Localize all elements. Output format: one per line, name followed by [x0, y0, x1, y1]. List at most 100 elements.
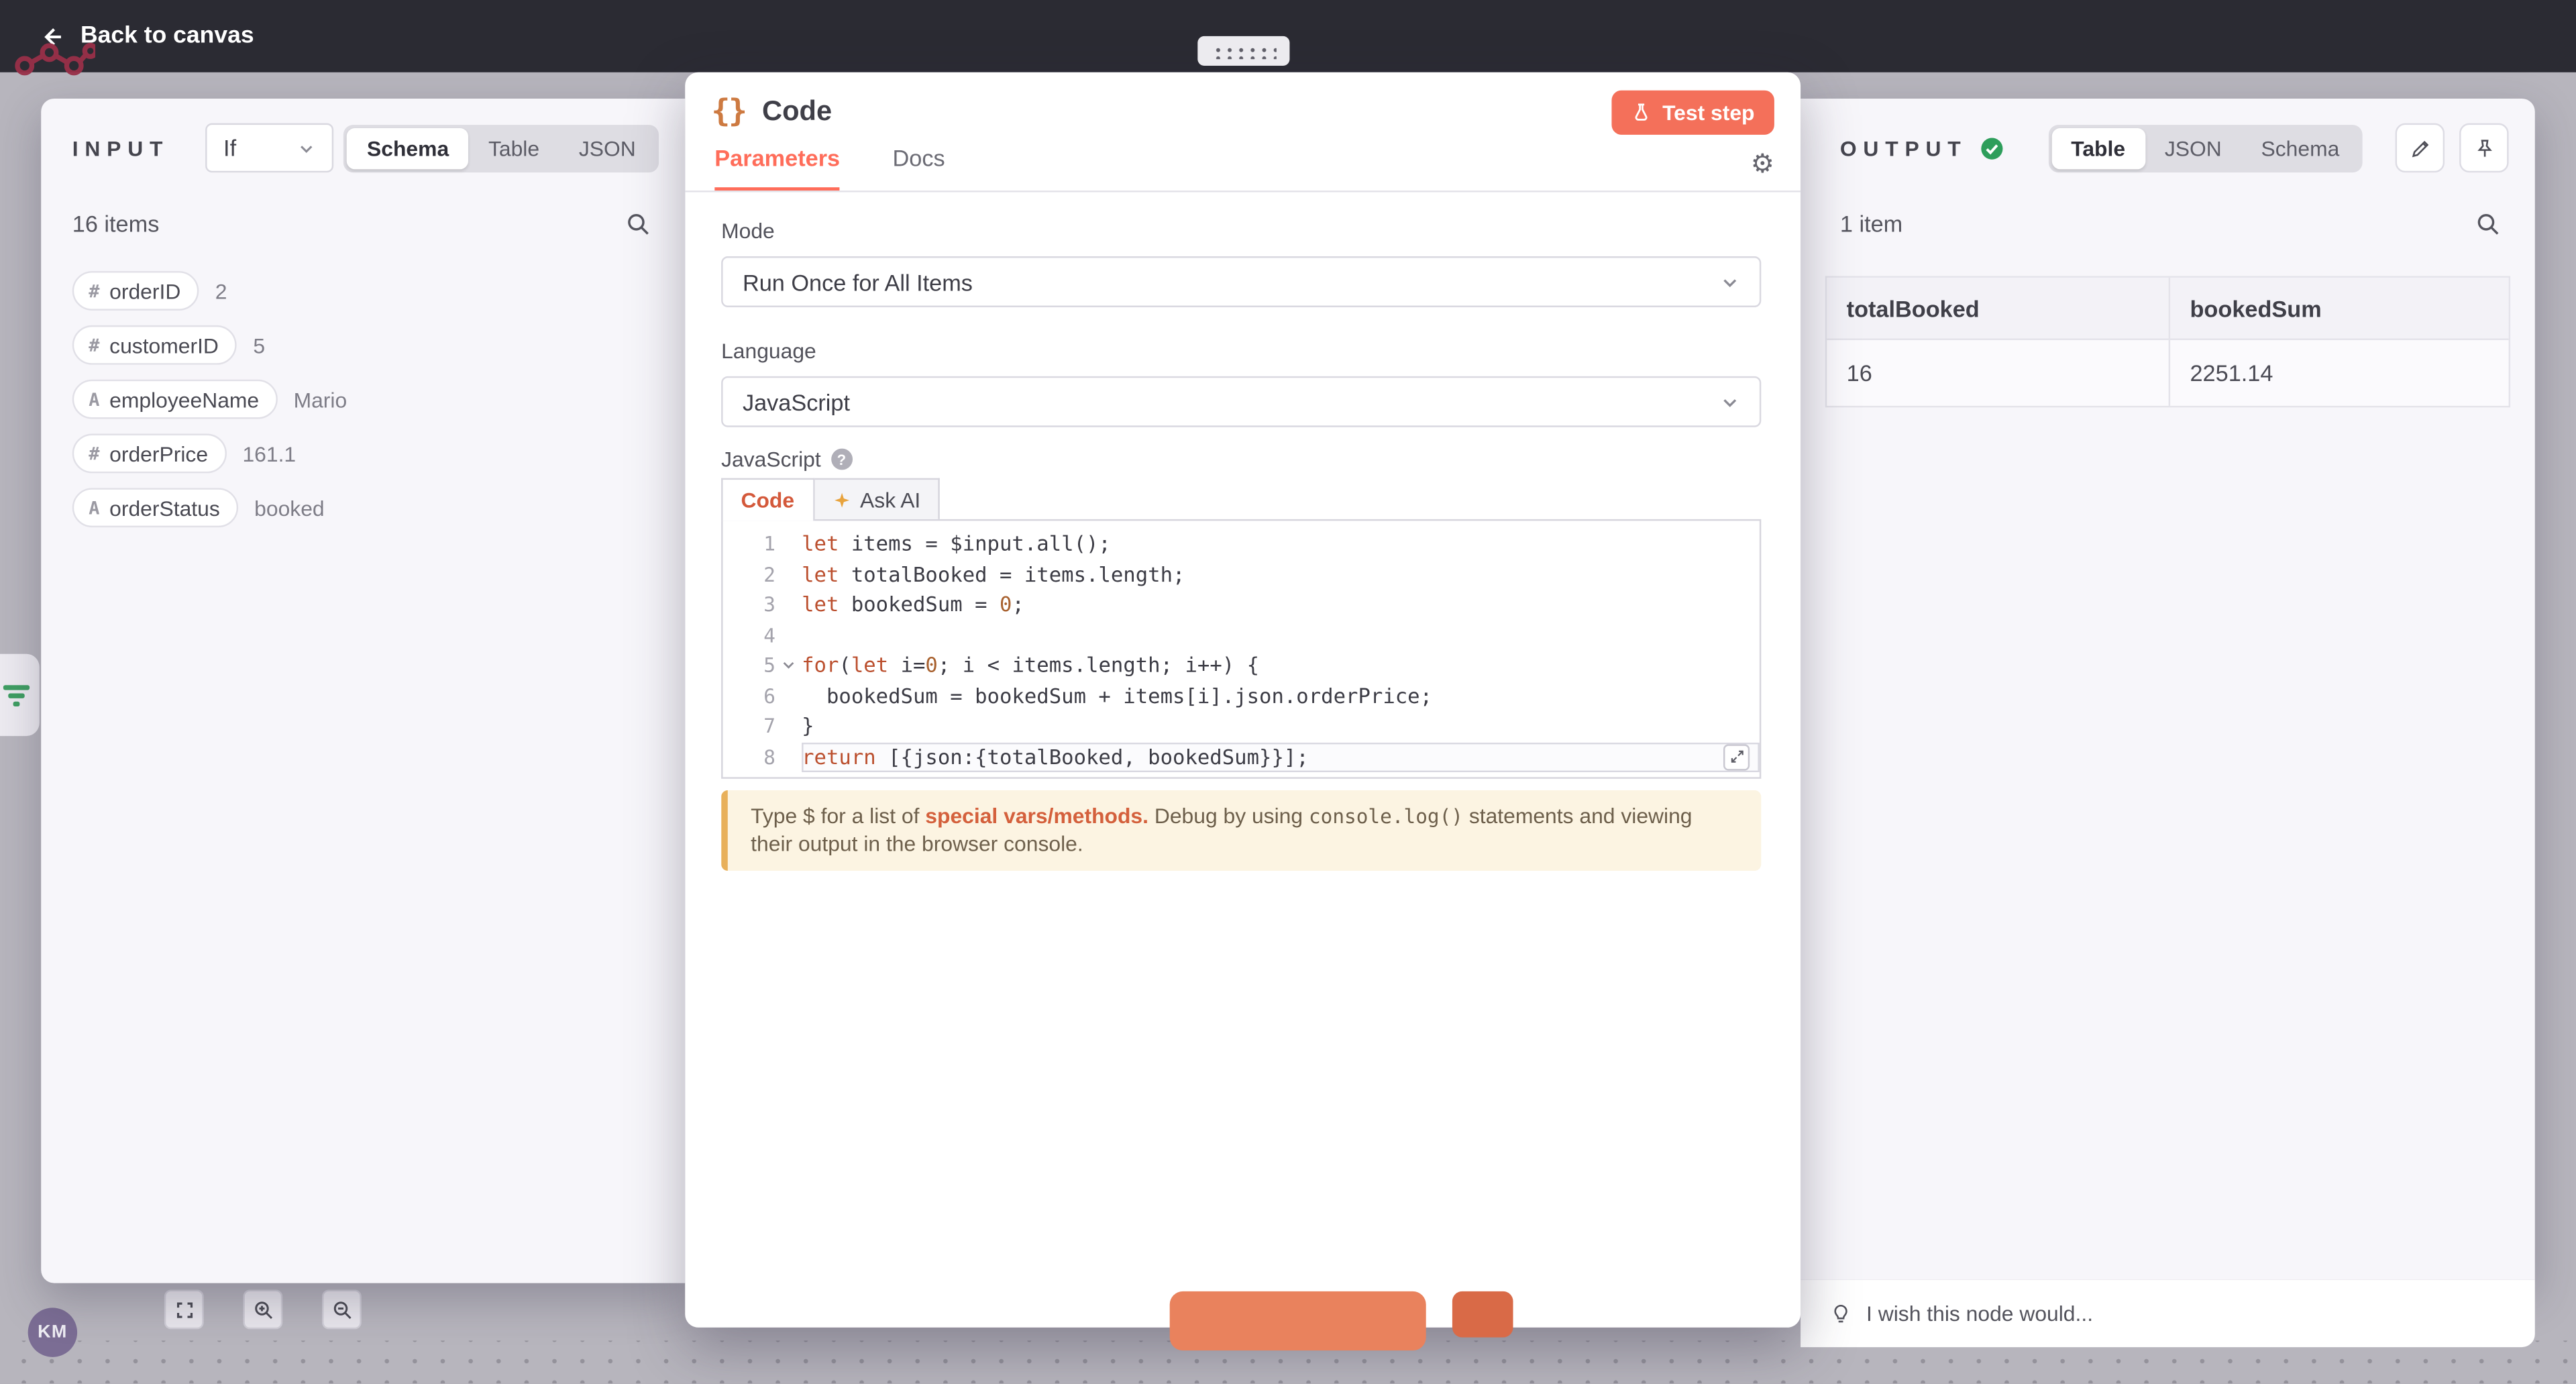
tab-ask-ai-label: Ask AI [860, 487, 920, 512]
test-step-button[interactable]: Test step [1611, 89, 1774, 134]
input-search-button[interactable] [626, 211, 651, 236]
language-value: JavaScript [743, 388, 850, 415]
schema-field-list: #orderID2 #customerID5 AemployeeNameMario #… [41, 271, 685, 542]
field-value: 161.1 [242, 441, 296, 466]
tab-code[interactable]: Code [721, 478, 814, 521]
input-title: INPUT [72, 136, 169, 160]
search-icon [2476, 211, 2501, 236]
output-table: totalBookedbookedSum 162251.14 [1825, 276, 2510, 407]
success-icon [1980, 136, 2005, 160]
field-name: orderPrice [109, 441, 208, 466]
field-name: orderID [109, 278, 180, 303]
tab-schema[interactable]: Schema [2241, 127, 2359, 168]
tab-docs[interactable]: Docs [892, 145, 945, 188]
code-lines: 1let items = $input.all();2let totalBook… [723, 529, 1760, 772]
ndv-drag-handle[interactable] [1197, 36, 1289, 66]
zoom-in-button[interactable] [243, 1289, 282, 1329]
code-text: for(let i=0; i < items.length; i++) { [802, 651, 1259, 681]
language-label: Language [721, 338, 816, 363]
input-source-value: If [223, 135, 236, 161]
node-settings-gear-icon[interactable]: ⚙ [1751, 148, 1774, 179]
schema-field[interactable]: AorderStatus booked [72, 488, 685, 527]
code-text: let items = $input.all(); [802, 529, 1111, 560]
zoom-out-icon [331, 1299, 352, 1320]
flask-icon [1631, 101, 1651, 123]
edit-output-button[interactable] [2396, 123, 2445, 172]
language-select[interactable]: JavaScript [721, 376, 1761, 427]
field-pill[interactable]: AemployeeName [72, 380, 277, 419]
line-number: 4 [723, 620, 775, 650]
code-line[interactable]: 3 let bookedSum = 0; [723, 590, 1760, 620]
code-line[interactable]: 8return [{json:{totalBooked, bookedSum}}… [723, 742, 1760, 772]
code-line[interactable]: 5for(let i=0; i < items.length; i++) { [723, 651, 1760, 681]
chevron-down-icon [297, 139, 315, 157]
tab-table[interactable]: Table [2051, 127, 2145, 168]
field-pill[interactable]: #customerID [72, 325, 237, 365]
chevron-down-icon [1720, 392, 1739, 411]
schema-field[interactable]: #orderID2 [72, 271, 685, 311]
field-value: booked [254, 495, 324, 520]
tab-ask-ai[interactable]: Ask AI [814, 478, 940, 519]
line-number: 7 [723, 711, 775, 741]
code-line[interactable]: 4 [723, 620, 1760, 650]
zoom-out-button[interactable] [322, 1289, 362, 1329]
input-items-count: 16 items [72, 210, 160, 236]
schema-field[interactable]: AemployeeNameMario [72, 380, 685, 419]
output-items-count: 1 item [1840, 210, 1902, 236]
help-icon[interactable]: ? [830, 449, 852, 470]
pin-data-button[interactable] [2459, 123, 2508, 172]
output-title: OUTPUT [1840, 136, 1968, 160]
code-line[interactable]: 6 bookedSum = bookedSum + items[i].json.… [723, 681, 1760, 711]
field-pill[interactable]: # orderPrice [72, 434, 226, 474]
input-panel: INPUT If SchemaTableJSON 16 items #order… [41, 99, 685, 1283]
code-line[interactable]: 7} [723, 711, 1760, 741]
line-number: 6 [723, 681, 775, 711]
tab-schema[interactable]: Schema [347, 127, 469, 168]
table-cell[interactable]: 2251.14 [2169, 340, 2509, 406]
screen: KM Back to canvas INPUT If SchemaTableJS… [0, 0, 2576, 1383]
code-line[interactable]: 1let items = $input.all(); [723, 529, 1760, 560]
tab-code-label: Code [741, 488, 794, 513]
code-editor[interactable]: 1let items = $input.all();2let totalBook… [721, 519, 1761, 779]
editor-hint: Type $ for a list of special vars/method… [721, 790, 1761, 871]
input-source-select[interactable]: If [205, 123, 333, 172]
code-line[interactable]: 2let totalBooked = items.length; [723, 560, 1760, 590]
pin-icon [2473, 137, 2495, 158]
code-text: return [{json:{totalBooked, bookedSum}}]… [802, 742, 1309, 772]
tab-json[interactable]: JSON [2145, 127, 2241, 168]
zoom-to-fit-button[interactable] [164, 1289, 204, 1329]
search-icon [626, 211, 651, 236]
hint-text: Type $ for a list of [751, 804, 925, 829]
field-pill[interactable]: AorderStatus [72, 488, 238, 527]
field-type-icon: # [89, 334, 99, 356]
code-text: } [802, 711, 814, 741]
table-header-cell[interactable]: totalBooked [1827, 278, 2168, 340]
mode-select[interactable]: Run Once for All Items [721, 256, 1761, 307]
canvas-node-if[interactable] [0, 654, 40, 736]
table-header-cell[interactable]: bookedSum [2169, 278, 2509, 340]
schema-field[interactable]: #customerID5 [72, 325, 685, 365]
expand-editor-icon[interactable] [1723, 743, 1750, 769]
hint-text: Debug by using [1148, 804, 1309, 829]
tab-table[interactable]: Table [469, 127, 559, 168]
back-label: Back to canvas [80, 23, 254, 49]
field-name: orderStatus [109, 495, 220, 520]
schema-field[interactable]: # orderPrice 161.1 [72, 434, 685, 474]
field-pill[interactable]: #orderID [72, 271, 199, 311]
tab-json[interactable]: JSON [559, 127, 655, 168]
table-cell[interactable]: 16 [1827, 340, 2168, 406]
special-vars-link[interactable]: special vars/methods. [925, 804, 1148, 829]
tab-parameters[interactable]: Parameters [714, 145, 840, 191]
feedback-link[interactable]: I wish this node would... [1866, 1301, 2093, 1326]
node-settings-modal: {} Code Test step Parameters Docs ⚙ Mode… [685, 72, 1801, 1328]
canvas-test-workflow-button[interactable] [1170, 1291, 1426, 1350]
line-number: 3 [723, 590, 775, 620]
canvas-secondary-button[interactable] [1452, 1291, 1513, 1338]
field-type-icon: A [89, 497, 99, 519]
output-panel: OUTPUT TableJSONSchema 1 item [1801, 99, 2535, 1280]
avatar[interactable]: KM [28, 1308, 77, 1356]
code-text: let bookedSum = 0; [802, 590, 1024, 620]
output-search-button[interactable] [2476, 211, 2501, 236]
hint-code: console.log() [1309, 805, 1463, 828]
field-type-icon: # [89, 443, 99, 464]
